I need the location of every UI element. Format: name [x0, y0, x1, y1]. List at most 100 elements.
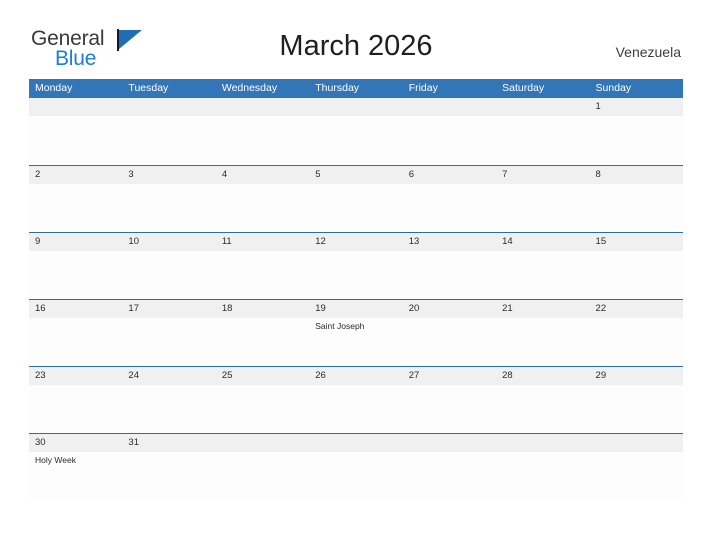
day-number[interactable]: 8: [590, 166, 683, 184]
day-cell[interactable]: [403, 116, 496, 164]
day-number[interactable]: 9: [29, 233, 122, 251]
region-label: Venezuela: [615, 44, 681, 60]
day-cell[interactable]: Saint Joseph: [309, 318, 402, 366]
day-cell[interactable]: [496, 184, 589, 232]
day-cell[interactable]: [122, 318, 215, 366]
page-header: General Blue March 2026 Venezuela: [0, 0, 712, 78]
week-event-band: Saint Joseph: [29, 318, 683, 366]
day-number[interactable]: 14: [496, 233, 589, 251]
day-cell[interactable]: [216, 116, 309, 164]
calendar-page: General Blue March 2026 Venezuela Monday…: [0, 0, 712, 550]
day-number[interactable]: 5: [309, 166, 402, 184]
day-cell[interactable]: [122, 116, 215, 164]
week-daynumber-band: 1: [29, 98, 683, 116]
day-number[interactable]: 16: [29, 300, 122, 318]
calendar-weeks: 1 2 3 4 5 6 7 8 9 10 11 12 13 14 15 16 17 18 19 20 21 22 Saint…: [29, 98, 683, 500]
day-number[interactable]: 21: [496, 300, 589, 318]
day-cell[interactable]: [29, 385, 122, 433]
day-cell[interactable]: [216, 452, 309, 500]
week-event-band: [29, 251, 683, 299]
day-number[interactable]: 11: [216, 233, 309, 251]
day-number[interactable]: 7: [496, 166, 589, 184]
day-number[interactable]: 23: [29, 367, 122, 385]
day-number[interactable]: 27: [403, 367, 496, 385]
weekday-header-friday: Friday: [408, 82, 438, 94]
day-number[interactable]: 10: [122, 233, 215, 251]
week-daynumber-band: 2345678: [29, 166, 683, 184]
day-number[interactable]: 12: [309, 233, 402, 251]
week-daynumber-band: 23 24 25 26 27 28 29: [29, 367, 683, 385]
day-number-empty: [590, 434, 683, 452]
day-cell[interactable]: [496, 116, 589, 164]
calendar-week-row: 30 31 Holy Week: [29, 433, 683, 500]
day-number-empty: [403, 98, 496, 116]
week-daynumber-band: 16 17 18 19 20 21 22: [29, 300, 683, 318]
day-number-empty: [29, 98, 122, 116]
day-cell[interactable]: [496, 251, 589, 299]
weekday-header-tuesday: Tuesday: [128, 82, 169, 94]
day-number[interactable]: 4: [216, 166, 309, 184]
day-cell[interactable]: [590, 251, 683, 299]
week-event-band: [29, 116, 683, 164]
day-cell[interactable]: [590, 452, 683, 500]
day-cell[interactable]: [122, 251, 215, 299]
day-cell[interactable]: [309, 116, 402, 164]
day-number[interactable]: 2: [29, 166, 122, 184]
day-number[interactable]: 30: [29, 434, 122, 452]
day-number-empty: [496, 434, 589, 452]
day-number-empty: [309, 98, 402, 116]
day-number[interactable]: 1: [590, 98, 683, 116]
day-number[interactable]: 18: [216, 300, 309, 318]
day-cell[interactable]: [403, 251, 496, 299]
day-number[interactable]: 28: [496, 367, 589, 385]
day-cell[interactable]: [29, 318, 122, 366]
day-cell[interactable]: [216, 318, 309, 366]
day-number[interactable]: 26: [309, 367, 402, 385]
day-number[interactable]: 25: [216, 367, 309, 385]
day-cell[interactable]: [309, 184, 402, 232]
day-number[interactable]: 3: [122, 166, 215, 184]
day-cell[interactable]: [122, 452, 215, 500]
day-cell[interactable]: [590, 184, 683, 232]
day-cell[interactable]: [122, 385, 215, 433]
day-cell[interactable]: [29, 184, 122, 232]
holiday-event-label: Holy Week: [35, 455, 76, 465]
calendar-grid: Monday Tuesday Wednesday Thursday Friday Satu…: [29, 79, 683, 500]
day-cell[interactable]: [309, 251, 402, 299]
day-cell[interactable]: [29, 116, 122, 164]
day-cell[interactable]: [29, 251, 122, 299]
day-cell[interactable]: [309, 385, 402, 433]
day-cell[interactable]: [216, 385, 309, 433]
day-cell[interactable]: [403, 184, 496, 232]
day-number[interactable]: 31: [122, 434, 215, 452]
day-number-empty: [216, 434, 309, 452]
day-cell[interactable]: [216, 184, 309, 232]
day-cell[interactable]: [590, 318, 683, 366]
day-cell[interactable]: [403, 452, 496, 500]
day-number[interactable]: 19: [309, 300, 402, 318]
day-number[interactable]: 29: [590, 367, 683, 385]
day-cell[interactable]: [309, 452, 402, 500]
day-cell[interactable]: [403, 385, 496, 433]
day-number[interactable]: 22: [590, 300, 683, 318]
day-number[interactable]: 15: [590, 233, 683, 251]
day-cell[interactable]: [496, 385, 589, 433]
day-cell[interactable]: [403, 318, 496, 366]
day-cell[interactable]: [496, 452, 589, 500]
day-cell[interactable]: [122, 184, 215, 232]
day-cell[interactable]: [590, 385, 683, 433]
day-number[interactable]: 20: [403, 300, 496, 318]
day-number[interactable]: 17: [122, 300, 215, 318]
day-cell[interactable]: [590, 116, 683, 164]
day-number-empty: [122, 98, 215, 116]
day-number[interactable]: 13: [403, 233, 496, 251]
day-cell[interactable]: Holy Week: [29, 452, 122, 500]
weekday-header-wednesday: Wednesday: [221, 82, 278, 94]
holiday-event-label: Saint Joseph: [315, 321, 365, 331]
day-cell[interactable]: [216, 251, 309, 299]
day-cell[interactable]: [496, 318, 589, 366]
weekday-header-monday: Monday: [35, 82, 73, 94]
day-number[interactable]: 6: [403, 166, 496, 184]
calendar-week-row: 1: [29, 98, 683, 165]
day-number[interactable]: 24: [122, 367, 215, 385]
